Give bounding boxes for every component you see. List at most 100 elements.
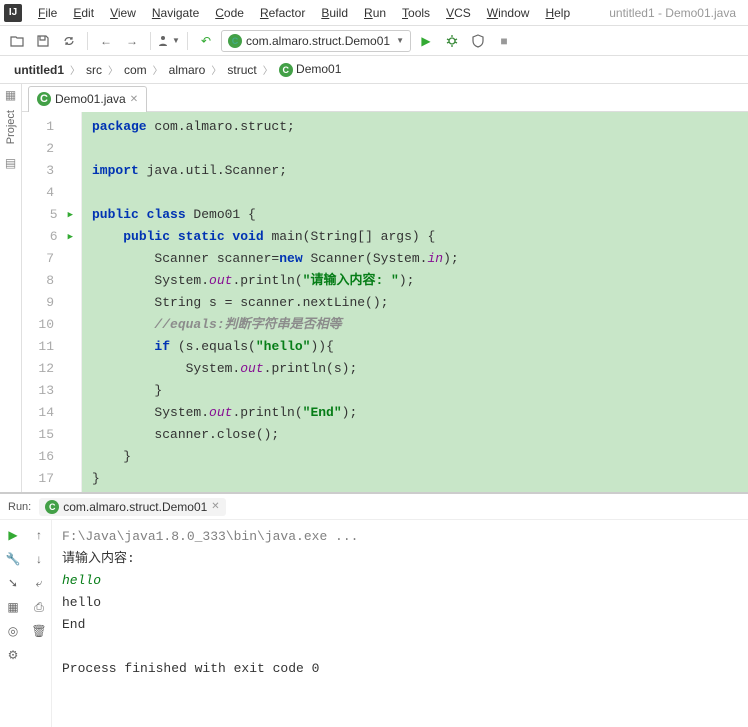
bookmarks-icon[interactable]: ▤ [5, 156, 16, 170]
open-icon[interactable] [6, 30, 28, 52]
line-number: 1 [22, 116, 73, 138]
line-number: 11 [22, 336, 73, 358]
console-line: End [62, 614, 738, 636]
line-number: 12 [22, 358, 73, 380]
crumb-com[interactable]: com [120, 61, 151, 79]
chevron-right-icon: 〉 [153, 62, 163, 77]
run-tab[interactable]: C com.almaro.struct.Demo01 ✕ [39, 498, 225, 516]
console-line: Process finished with exit code 0 [62, 658, 738, 680]
run-icon[interactable]: ▶ [415, 30, 437, 52]
line-number: 10 [22, 314, 73, 336]
menu-vcs[interactable]: VCS [438, 4, 479, 22]
line-number: 6▶ [22, 226, 73, 248]
layout-icon[interactable]: ▦ [2, 596, 24, 618]
menu-navigate[interactable]: Navigate [144, 4, 207, 22]
sync-icon[interactable] [58, 30, 80, 52]
crumb-untitled1[interactable]: untitled1 [10, 61, 68, 79]
chevron-right-icon: 〉 [211, 62, 221, 77]
window-title: untitled1 - Demo01.java [609, 6, 744, 20]
snapshot-icon[interactable]: ◎ [2, 620, 24, 642]
close-icon[interactable]: ✕ [211, 501, 219, 512]
settings-icon[interactable]: ⚙ [2, 644, 24, 666]
editor-tabs: C Demo01.java ✕ [22, 84, 748, 112]
left-gutter: ▦ Project ▤ [0, 84, 22, 492]
menu-run[interactable]: Run [356, 4, 394, 22]
menu-view[interactable]: View [102, 4, 144, 22]
crumb-almaro[interactable]: almaro [165, 61, 210, 79]
print-icon[interactable]: ⎙ [28, 596, 50, 618]
forward-icon[interactable]: → [121, 30, 143, 52]
wrench-icon[interactable]: 🔧 [2, 548, 24, 570]
crumb-src[interactable]: src [82, 61, 106, 79]
rerun-icon[interactable]: ▶ [2, 524, 24, 546]
coverage-icon[interactable] [467, 30, 489, 52]
menu-refactor[interactable]: Refactor [252, 4, 313, 22]
run-config-selector[interactable]: C com.almaro.struct.Demo01 ▼ [221, 30, 411, 52]
run-line-icon[interactable]: ▶ [68, 226, 73, 248]
pin-icon[interactable]: ➘ [2, 572, 24, 594]
class-icon: C [279, 63, 293, 77]
crumb-Demo01[interactable]: C Demo01 [275, 60, 346, 79]
editor-tab[interactable]: C Demo01.java ✕ [28, 86, 147, 112]
back-icon[interactable]: ← [95, 30, 117, 52]
run-panel: Run: C com.almaro.struct.Demo01 ✕ ▶ 🔧 ➘ … [0, 492, 748, 727]
console-line: hello [62, 570, 738, 592]
menu-edit[interactable]: Edit [65, 4, 102, 22]
console-line: 请输入内容: [62, 548, 738, 570]
line-number: 15 [22, 424, 73, 446]
chevron-down-icon: ▼ [396, 36, 404, 45]
console-line [62, 636, 738, 658]
class-icon: C [37, 92, 51, 106]
run-line-icon[interactable]: ▶ [68, 204, 73, 226]
project-tool-tab[interactable]: Project [5, 106, 17, 148]
run-tab-label: com.almaro.struct.Demo01 [63, 500, 207, 514]
project-icon[interactable]: ▦ [5, 88, 16, 102]
menu-build[interactable]: Build [313, 4, 356, 22]
run-toolbar: ▶ 🔧 ➘ ▦ ◎ ⚙ ↑ ↓ ⤶ ⎙ 🗑 [0, 520, 52, 727]
chevron-right-icon: 〉 [70, 62, 80, 77]
console-output[interactable]: F:\Java\java1.8.0_333\bin\java.exe ...请输… [52, 520, 748, 727]
separator [187, 32, 188, 50]
run-panel-label: Run: [8, 501, 31, 513]
main-toolbar: ← → ▼ ↶ C com.almaro.struct.Demo01 ▼ ▶ ■ [0, 26, 748, 56]
menu-file[interactable]: File [30, 4, 65, 22]
line-number: 3 [22, 160, 73, 182]
up-icon[interactable]: ↑ [28, 524, 50, 546]
tab-label: Demo01.java [55, 92, 126, 106]
chevron-right-icon: 〉 [263, 62, 273, 77]
save-icon[interactable] [32, 30, 54, 52]
run-config-label: com.almaro.struct.Demo01 [246, 34, 390, 48]
line-number: 14 [22, 402, 73, 424]
console-line: F:\Java\java1.8.0_333\bin\java.exe ... [62, 526, 738, 548]
line-number: 13 [22, 380, 73, 402]
separator [150, 32, 151, 50]
line-number: 7 [22, 248, 73, 270]
class-icon: C [228, 34, 242, 48]
code-area[interactable]: package com.almaro.struct; import java.u… [82, 112, 748, 492]
chevron-right-icon: 〉 [108, 62, 118, 77]
menu-tools[interactable]: Tools [394, 4, 438, 22]
line-number: 5▶ [22, 204, 73, 226]
line-number: 9 [22, 292, 73, 314]
line-number: 17 [22, 468, 73, 490]
line-number: 16 [22, 446, 73, 468]
undo-arrow-icon[interactable]: ↶ [195, 30, 217, 52]
console-line: hello [62, 592, 738, 614]
line-number: 8 [22, 270, 73, 292]
line-number: 2 [22, 138, 73, 160]
line-gutter: 12345▶6▶7891011121314151617 [22, 112, 82, 492]
wrap-icon[interactable]: ⤶ [28, 572, 50, 594]
menu-help[interactable]: Help [537, 4, 578, 22]
class-icon: C [45, 500, 59, 514]
user-icon[interactable]: ▼ [158, 30, 180, 52]
menu-bar: IJ FileEditViewNavigateCodeRefactorBuild… [0, 0, 748, 26]
down-icon[interactable]: ↓ [28, 548, 50, 570]
menu-code[interactable]: Code [207, 4, 252, 22]
trash-icon[interactable]: 🗑 [28, 620, 50, 642]
stop-icon[interactable]: ■ [493, 30, 515, 52]
code-editor[interactable]: 12345▶6▶7891011121314151617 package com.… [22, 112, 748, 492]
close-icon[interactable]: ✕ [130, 94, 138, 105]
debug-icon[interactable] [441, 30, 463, 52]
crumb-struct[interactable]: struct [223, 61, 260, 79]
menu-window[interactable]: Window [479, 4, 538, 22]
